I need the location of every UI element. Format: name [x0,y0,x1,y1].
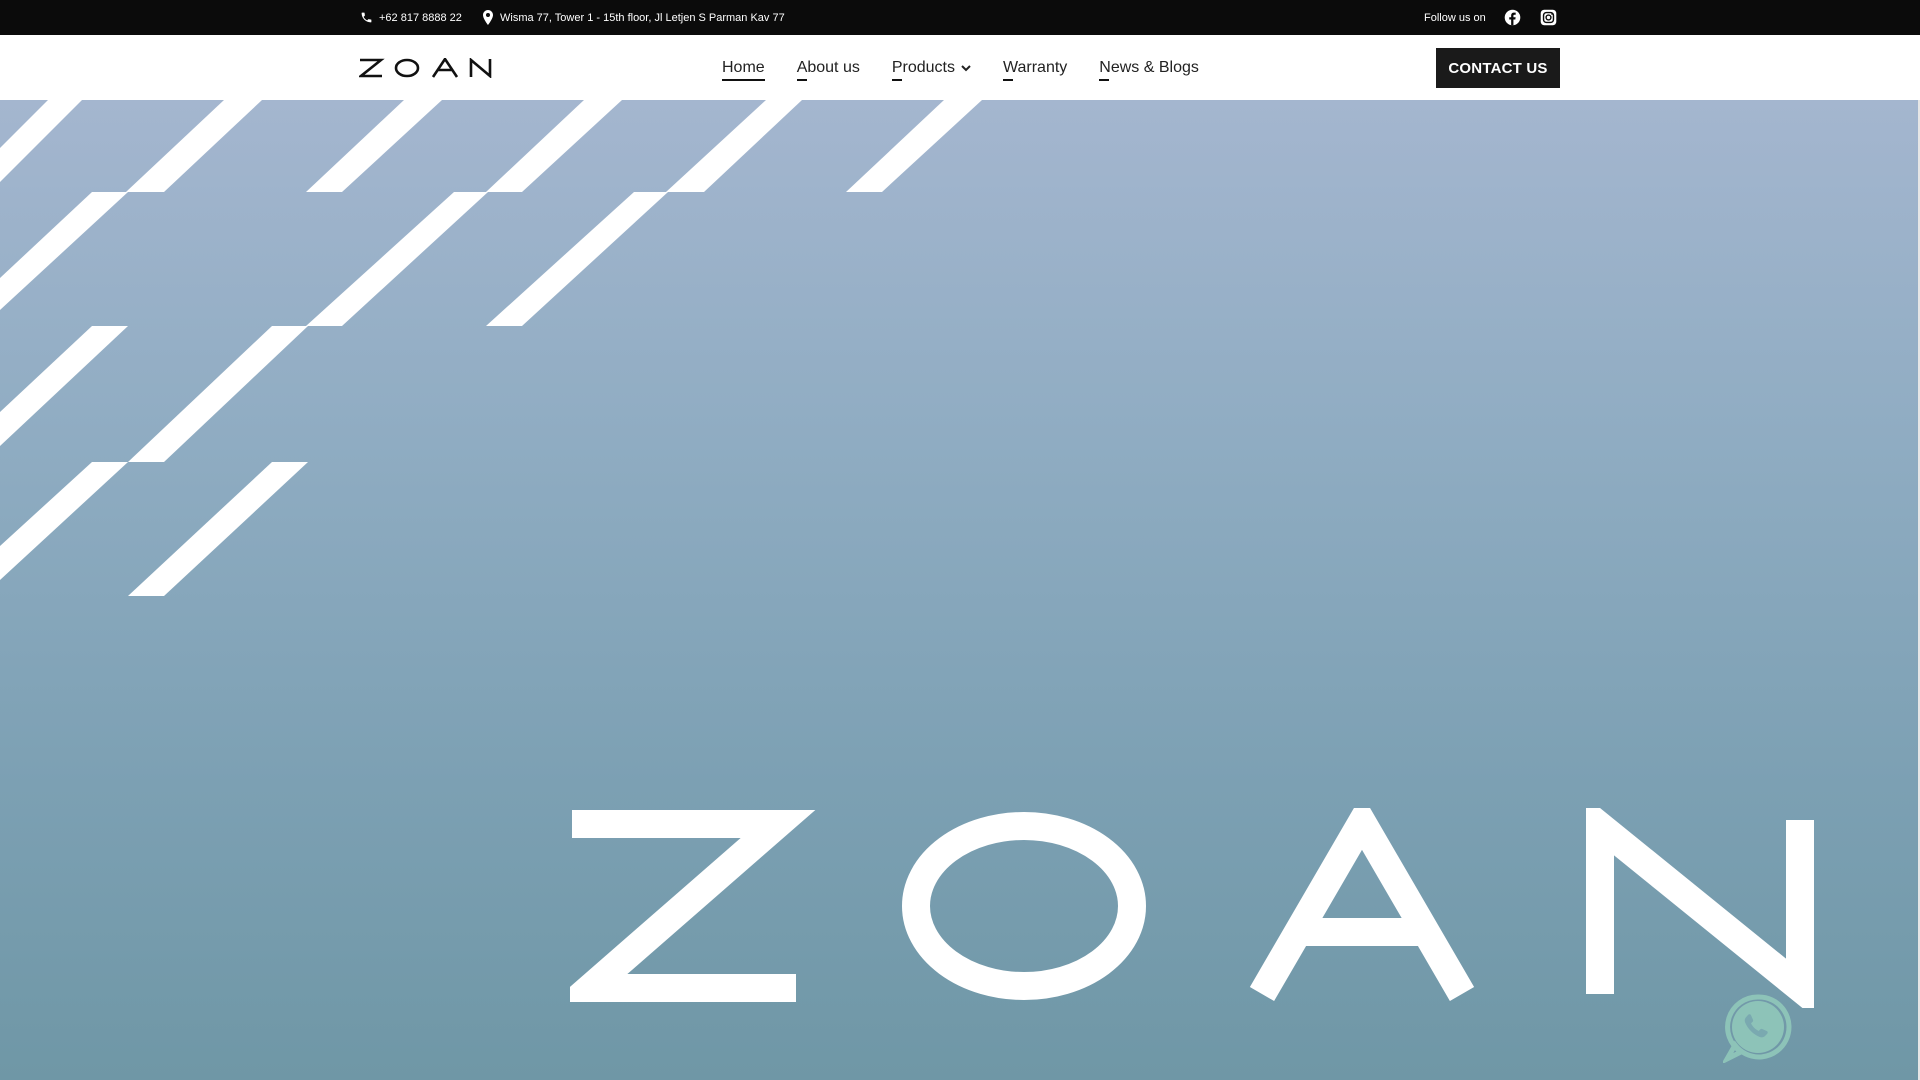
nav-news-blogs-label: News & Blogs [1099,58,1199,81]
hero-zoan-logo [552,794,1815,1018]
instagram-link[interactable] [1540,0,1557,35]
location-pin-icon [482,10,494,25]
top-info-bar: +62 817 8888 22 Wisma 77, Tower 1 - 15th… [0,0,1920,35]
nav-warranty[interactable]: Warranty [1002,58,1068,81]
nav-about-us-label: About us [796,58,860,81]
site-logo[interactable] [357,56,493,83]
instagram-icon [1540,9,1557,26]
nav-news-blogs[interactable]: News & Blogs [1099,58,1199,81]
zoan-logo-mark [357,56,492,79]
whatsapp-icon [1720,994,1793,1067]
phone-number: +62 817 8888 22 [379,11,462,24]
nav-products-label: Products [891,58,955,81]
main-nav: Home About us Products Warranty News & B… [0,35,1920,100]
chevron-down-icon [961,59,971,77]
follow-label: Follow us on [1424,11,1486,24]
nav-warranty-label: Warranty [1002,58,1068,81]
contact-us-button[interactable]: CONTACT US [1436,48,1560,88]
facebook-link[interactable] [1504,0,1521,35]
nav-home[interactable]: Home [722,58,765,81]
phone-contact[interactable]: +62 817 8888 22 [360,0,462,35]
nav-about-us[interactable]: About us [796,58,860,81]
facebook-icon [1504,9,1521,26]
primary-menu: Home About us Products Warranty News & B… [722,35,1231,100]
whatsapp-float-button[interactable] [1720,993,1793,1068]
hero-banner [0,100,1920,1080]
address-contact[interactable]: Wisma 77, Tower 1 - 15th floor, Jl Letje… [482,0,785,35]
nav-products[interactable]: Products [891,58,971,81]
phone-icon [360,11,373,24]
nav-home-label: Home [722,58,765,81]
diagonal-stripes-pattern [0,100,982,596]
address-text: Wisma 77, Tower 1 - 15th floor, Jl Letje… [500,11,785,24]
zoan-hero-wordmark [552,794,1814,1018]
